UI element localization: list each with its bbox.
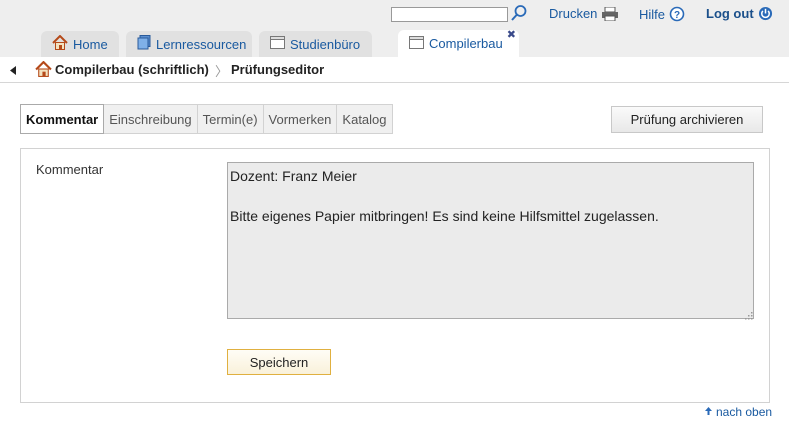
- top-header: Drucken Hilfe ? Log out Home Lernressour…: [0, 0, 789, 57]
- subtab-einschreibung[interactable]: Einschreibung: [104, 105, 198, 133]
- subtab-vormerken[interactable]: Vormerken: [264, 105, 338, 133]
- comment-label: Kommentar: [36, 162, 104, 177]
- print-link[interactable]: Drucken: [549, 6, 619, 21]
- arrow-up-icon: [704, 405, 713, 419]
- tab-label: Home: [73, 36, 108, 52]
- help-icon: ?: [669, 6, 685, 22]
- tab-label: Lernressourcen: [156, 36, 247, 52]
- close-icon[interactable]: ✖: [507, 30, 516, 41]
- tab-label: Studienbüro: [290, 36, 361, 52]
- tab-lernressourcen[interactable]: Lernressourcen: [126, 31, 252, 57]
- resize-grip-icon[interactable]: [743, 308, 753, 320]
- subtab-bar: Kommentar Einschreibung Termin(e) Vormer…: [20, 104, 393, 134]
- back-to-top-label: nach oben: [716, 405, 773, 419]
- comment-form: Kommentar Dozent: Franz Meier Bitte eige…: [20, 148, 770, 403]
- printer-icon: [601, 6, 619, 21]
- breadcrumb: Compilerbau (schriftlich) 〉 Prüfungsedit…: [0, 57, 789, 83]
- breadcrumb-course[interactable]: Compilerbau (schriftlich): [55, 62, 209, 77]
- subtab-kommentar[interactable]: Kommentar: [20, 104, 105, 134]
- back-to-top-link[interactable]: nach oben: [704, 405, 772, 419]
- subtab-katalog[interactable]: Katalog: [337, 105, 391, 133]
- window-icon: [409, 35, 424, 52]
- help-label: Hilfe: [639, 6, 666, 22]
- search-input[interactable]: [391, 7, 508, 22]
- window-icon: [270, 36, 285, 52]
- books-icon: [137, 35, 151, 53]
- print-label: Drucken: [549, 6, 598, 21]
- svg-text:?: ?: [674, 10, 680, 21]
- subtab-termine[interactable]: Termin(e): [198, 105, 264, 133]
- logout-link[interactable]: Log out: [706, 6, 773, 21]
- save-button[interactable]: Speichern: [227, 349, 331, 375]
- help-link[interactable]: Hilfe ?: [639, 6, 685, 22]
- home-icon: [52, 34, 68, 53]
- tab-home[interactable]: Home: [41, 31, 119, 57]
- back-arrow-icon[interactable]: [8, 64, 19, 75]
- search-icon[interactable]: [510, 4, 528, 22]
- tab-compilerbau[interactable]: Compilerbau ✖: [398, 30, 519, 57]
- power-icon: [758, 6, 773, 21]
- comment-textarea[interactable]: Dozent: Franz Meier Bitte eigenes Papier…: [227, 162, 754, 319]
- breadcrumb-current: Prüfungseditor: [231, 62, 325, 77]
- archive-exam-button[interactable]: Prüfung archivieren: [611, 106, 763, 133]
- tab-studienbuero[interactable]: Studienbüro: [259, 31, 372, 57]
- home-icon[interactable]: [35, 60, 52, 80]
- tab-label: Compilerbau: [429, 36, 503, 51]
- logout-label: Log out: [706, 6, 754, 21]
- chevron-right-icon: 〉: [215, 64, 229, 79]
